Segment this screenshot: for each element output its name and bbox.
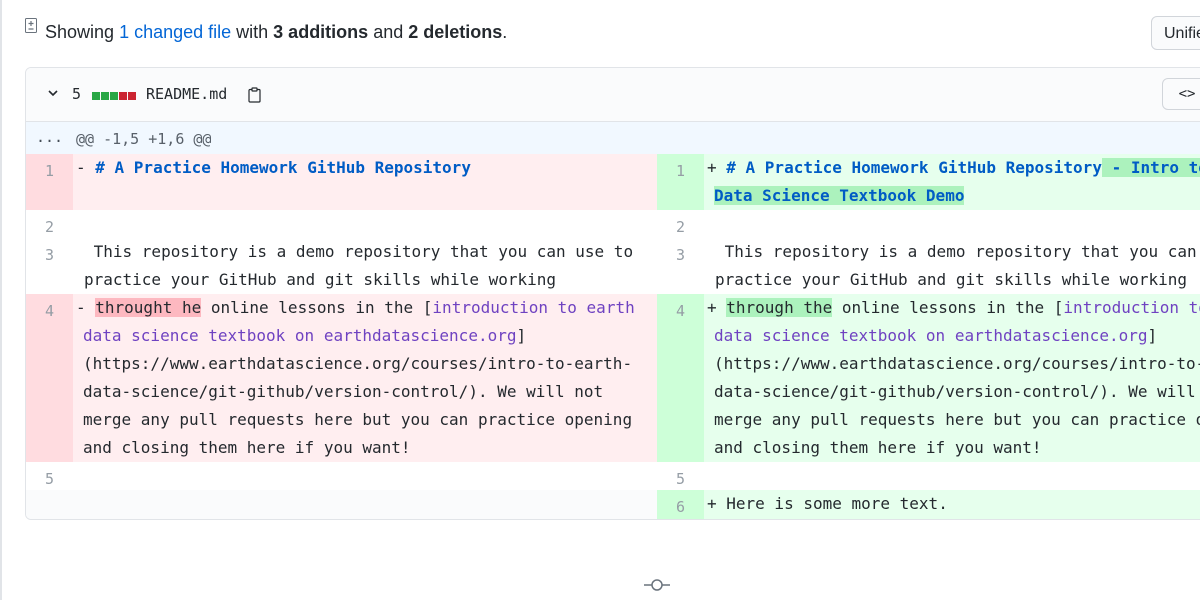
left-line-number[interactable]: 2 [26,210,73,238]
file-name[interactable]: README.md [146,85,227,103]
right-code-cell: + through the online lessons in the [int… [704,294,1200,462]
summary-mid2: and [368,22,409,42]
right-line-number[interactable]: 1 [657,154,704,210]
changed-files-link[interactable]: 1 changed file [119,22,231,42]
diffstat-add-block [101,92,109,100]
addition-marker: + [707,494,727,513]
expand-hunk-button[interactable]: ... [36,128,63,146]
right-line-number[interactable]: 2 [657,210,704,238]
right-added-line: Here is some more text. [726,494,948,513]
file-diff: 5 README.md <> ... @@ -1,5 +1,6 @@ 1 - #… [25,67,1200,520]
left-line-number[interactable]: 5 [26,462,73,490]
summary-prefix: Showing [45,22,120,42]
right-line-number[interactable]: 3 [657,238,704,294]
right-code-cell: + # A Practice Homework GitHub Repositor… [704,154,1200,210]
change-count: 5 [72,85,82,103]
left-line-number[interactable]: 4 [26,294,73,462]
hunk-header: ... @@ -1,5 +1,6 @@ [26,122,1200,154]
right-context-text: This repository is a demo repository tha… [715,242,1197,289]
left-removed-word: throught he [95,298,202,317]
right-line-number[interactable]: 5 [657,462,704,490]
summary-suffix: . [502,22,508,42]
left-line-number[interactable]: 1 [26,154,73,210]
left-context-text: This repository is a demo repository tha… [84,242,634,289]
unified-view-button[interactable]: Unified [1151,16,1200,50]
diff-row-6: 6 + Here is some more text. [26,490,1200,519]
right-heading-added: - Intro to [1101,158,1200,177]
left-code-cell: - throught he online lessons in the [int… [73,294,657,462]
diff-row-1: 1 - # A Practice Homework GitHub Reposit… [26,154,1200,210]
diffstat-add-block [110,92,118,100]
diffstat-del-block [119,92,127,100]
page-edge [0,0,2,600]
left-code-cell: - # A Practice Homework GitHub Repositor… [73,154,657,210]
left-bracket: ] [516,326,527,345]
left-line4-tail: (https://www.earthdatascience.org/course… [83,354,633,457]
right-link-text: introduction to earth [1063,298,1200,317]
diffstat-add-block [92,92,100,100]
left-line-number[interactable]: 3 [26,238,73,294]
split-slider-icon[interactable] [644,578,670,592]
deletions-count: 2 deletions [408,22,503,42]
additions-count: 3 additions [273,22,369,42]
diff-row-3: 3 This repository is a demo repository t… [26,238,1200,294]
right-line4-text: online lessons in the [ [832,298,1064,317]
summary-mid1: with [231,22,274,42]
file-header: 5 README.md <> [26,68,1200,122]
diffstat-del-block [128,92,136,100]
right-line4-tail: (https://www.earthdatascience.org/course… [714,354,1200,457]
right-heading-added-cont: Data Science Textbook Demo [714,186,965,205]
diff-row-5: 5 5 [26,462,1200,490]
right-added-word: through the [726,298,833,317]
code-icon[interactable]: <> [1162,78,1200,110]
clipboard-icon[interactable] [248,87,261,103]
right-link-text-cont: data science textbook on earthdatascienc… [714,326,1148,345]
deletion-marker: - [76,298,96,317]
chevron-down-icon[interactable] [46,86,60,100]
addition-marker: + [707,158,727,177]
diffstat-blocks [92,92,136,100]
right-code-cell: + Here is some more text. [704,490,1200,519]
right-line-number[interactable]: 4 [657,294,704,462]
right-heading-text: # A Practice Homework GitHub Repository [726,158,1102,177]
left-heading-text: # A Practice Homework GitHub Repository [95,158,471,177]
hunk-range: @@ -1,5 +1,6 @@ [76,130,212,148]
deletion-marker: - [76,158,96,177]
right-bracket: ] [1147,326,1158,345]
left-link-text-cont: data science textbook on earthdatascienc… [83,326,517,345]
left-empty-cell [26,490,657,519]
file-diff-icon [25,18,37,33]
addition-marker: + [707,298,727,317]
diff-row-4: 4 - throught he online lessons in the [i… [26,294,1200,462]
right-line-number[interactable]: 6 [657,490,704,519]
left-link-text: introduction to earth [432,298,635,317]
left-line4-text: online lessons in the [ [201,298,433,317]
diff-row-2: 2 2 [26,210,1200,238]
diff-summary: Showing 1 changed file with 3 additions … [45,22,507,43]
